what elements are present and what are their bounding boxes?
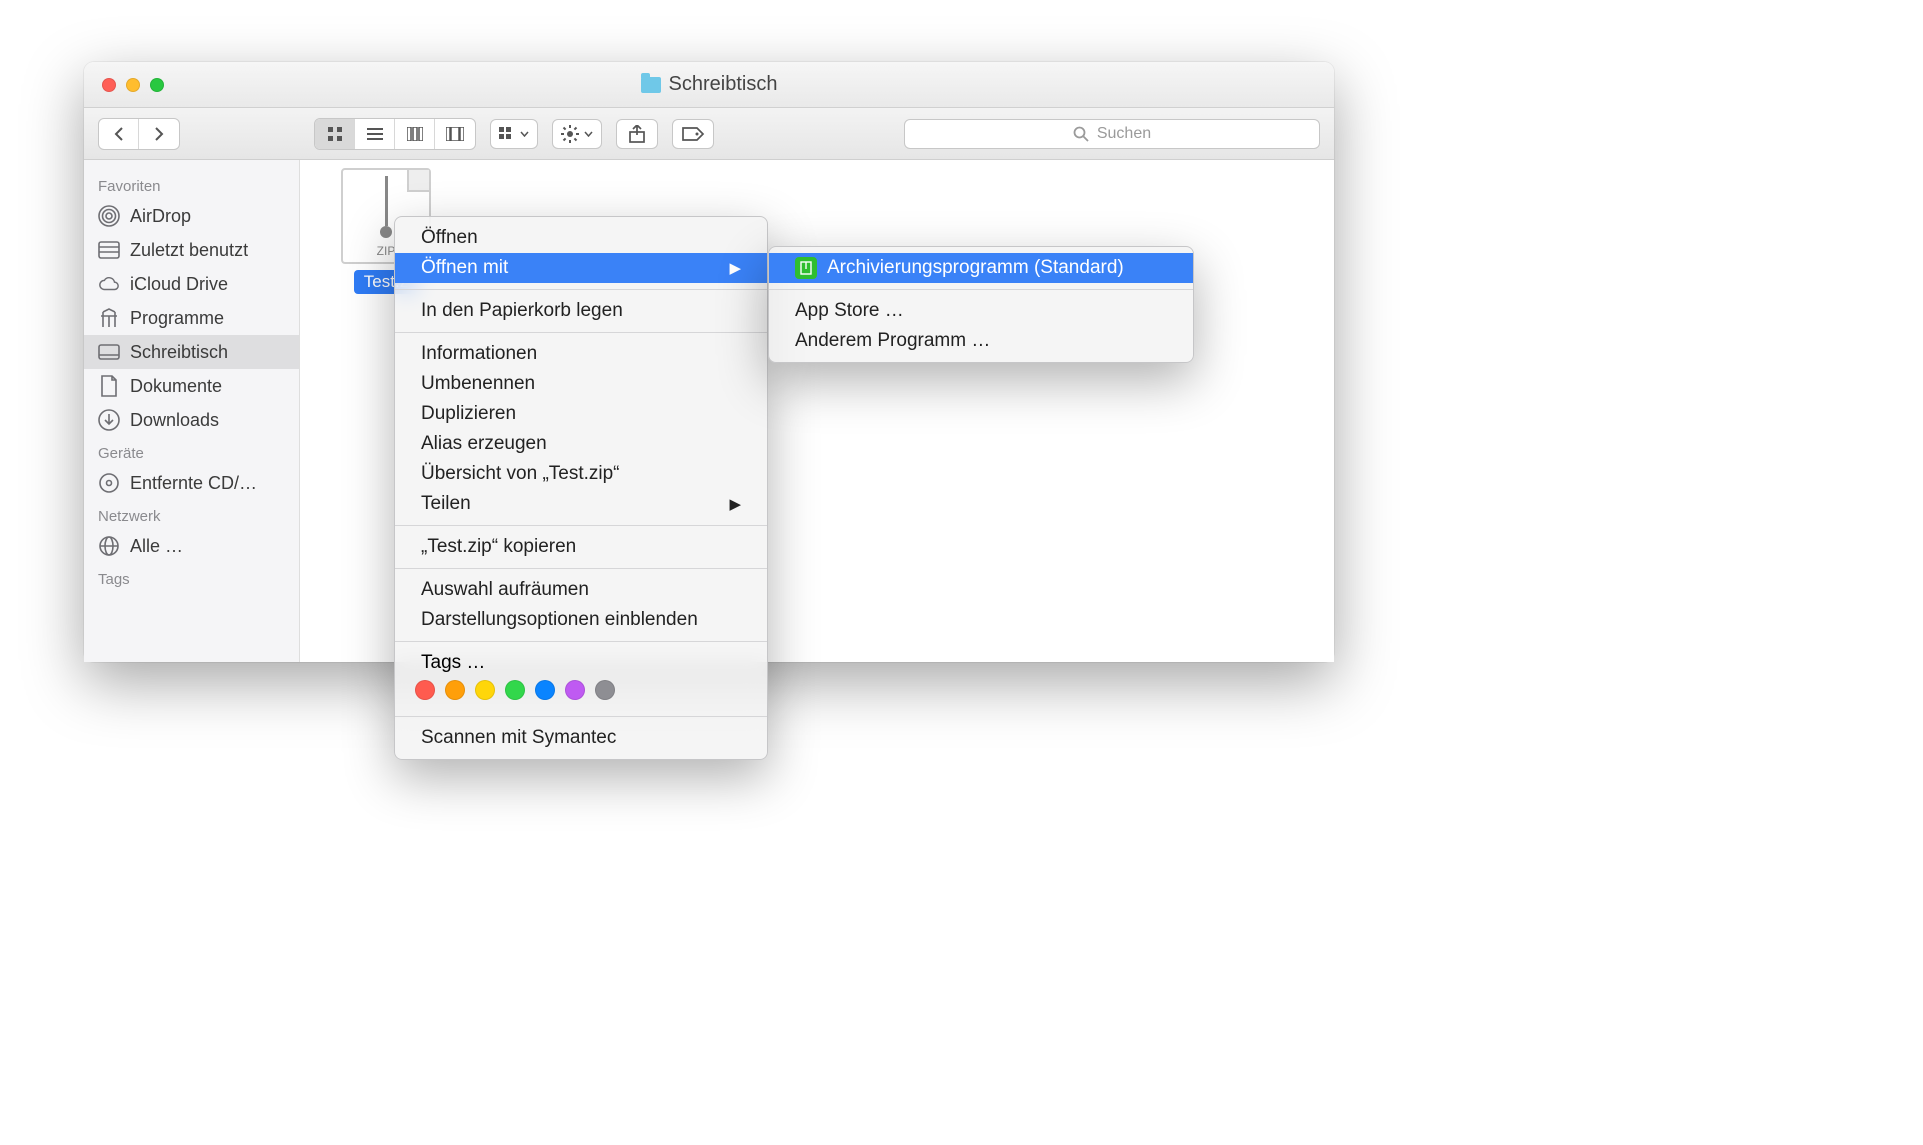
sidebar-item-documents[interactable]: Dokumente bbox=[84, 369, 299, 403]
view-mode-segment bbox=[314, 118, 476, 150]
sidebar-network-header: Netzwerk bbox=[84, 500, 299, 529]
group-by-button[interactable] bbox=[490, 119, 538, 149]
sidebar-item-airdrop[interactable]: AirDrop bbox=[84, 199, 299, 233]
downloads-icon bbox=[98, 409, 120, 431]
ctx-share[interactable]: Teilen ▶ bbox=[395, 489, 767, 519]
sidebar-item-label: Downloads bbox=[130, 410, 219, 431]
sidebar-item-label: Alle … bbox=[130, 536, 183, 557]
list-view-button[interactable] bbox=[355, 119, 395, 149]
ctx-tags-label: Tags … bbox=[395, 648, 767, 674]
sidebar-item-network-all[interactable]: Alle … bbox=[84, 529, 299, 563]
tag-color-dot[interactable] bbox=[415, 680, 435, 700]
submenu-arrow-icon: ▶ bbox=[729, 259, 741, 277]
tag-color-dot[interactable] bbox=[445, 680, 465, 700]
ctx-separator bbox=[395, 568, 767, 569]
tag-color-dot[interactable] bbox=[565, 680, 585, 700]
share-button[interactable] bbox=[616, 119, 658, 149]
column-view-button[interactable] bbox=[395, 119, 435, 149]
sidebar-item-label: Programme bbox=[130, 308, 224, 329]
ctx-alias[interactable]: Alias erzeugen bbox=[395, 429, 767, 459]
ctx-tag-row bbox=[395, 674, 767, 710]
search-field[interactable]: Suchen bbox=[904, 119, 1320, 149]
cloud-icon bbox=[98, 273, 120, 295]
sidebar-favorites-header: Favoriten bbox=[84, 170, 299, 199]
close-window-button[interactable] bbox=[102, 78, 116, 92]
ctx-info[interactable]: Informationen bbox=[395, 339, 767, 369]
submenu-other-app[interactable]: Anderem Programm … bbox=[769, 326, 1193, 356]
toolbar: Suchen bbox=[84, 108, 1334, 160]
ctx-separator bbox=[395, 525, 767, 526]
disc-icon bbox=[98, 472, 120, 494]
ctx-open-with[interactable]: Öffnen mit ▶ bbox=[395, 253, 767, 283]
recents-icon bbox=[98, 239, 120, 261]
tag-color-dot[interactable] bbox=[505, 680, 525, 700]
ctx-separator bbox=[395, 641, 767, 642]
tag-color-dot[interactable] bbox=[595, 680, 615, 700]
window-title: Schreibtisch bbox=[669, 73, 778, 96]
gallery-view-button[interactable] bbox=[435, 119, 475, 149]
sidebar-item-applications[interactable]: Programme bbox=[84, 301, 299, 335]
sidebar-item-label: AirDrop bbox=[130, 206, 191, 227]
ctx-cleanup[interactable]: Auswahl aufräumen bbox=[395, 575, 767, 605]
sidebar-item-remote-disc[interactable]: Entfernte CD/… bbox=[84, 466, 299, 500]
ctx-separator bbox=[395, 716, 767, 717]
icon-view-button[interactable] bbox=[315, 119, 355, 149]
sidebar-item-label: Entfernte CD/… bbox=[130, 473, 257, 494]
sidebar-item-label: Schreibtisch bbox=[130, 342, 228, 363]
open-with-submenu: Archivierungsprogramm (Standard) App Sto… bbox=[768, 246, 1194, 363]
sidebar: Favoriten AirDrop Zuletzt benutzt iCloud… bbox=[84, 160, 300, 662]
ctx-open[interactable]: Öffnen bbox=[395, 223, 767, 253]
minimize-window-button[interactable] bbox=[126, 78, 140, 92]
submenu-default-app[interactable]: Archivierungsprogramm (Standard) bbox=[769, 253, 1193, 283]
action-button[interactable] bbox=[552, 119, 602, 149]
fullscreen-window-button[interactable] bbox=[150, 78, 164, 92]
ctx-viewoptions[interactable]: Darstellungsoptionen einblenden bbox=[395, 605, 767, 635]
ctx-copy[interactable]: „Test.zip“ kopieren bbox=[395, 532, 767, 562]
tags-button[interactable] bbox=[672, 119, 714, 149]
ctx-duplicate[interactable]: Duplizieren bbox=[395, 399, 767, 429]
sidebar-item-label: Zuletzt benutzt bbox=[130, 240, 248, 261]
context-menu: Öffnen Öffnen mit ▶ In den Papierkorb le… bbox=[394, 216, 768, 760]
applications-icon bbox=[98, 307, 120, 329]
ctx-trash[interactable]: In den Papierkorb legen bbox=[395, 296, 767, 326]
search-icon bbox=[1073, 126, 1089, 142]
sidebar-item-desktop[interactable]: Schreibtisch bbox=[84, 335, 299, 369]
sidebar-item-label: Dokumente bbox=[130, 376, 222, 397]
sidebar-item-icloud[interactable]: iCloud Drive bbox=[84, 267, 299, 301]
nav-buttons bbox=[98, 118, 180, 150]
submenu-separator bbox=[769, 289, 1193, 290]
submenu-app-store[interactable]: App Store … bbox=[769, 296, 1193, 326]
airdrop-icon bbox=[98, 205, 120, 227]
globe-icon bbox=[98, 535, 120, 557]
sidebar-item-recents[interactable]: Zuletzt benutzt bbox=[84, 233, 299, 267]
ctx-scan-symantec[interactable]: Scannen mit Symantec bbox=[395, 723, 767, 753]
sidebar-tags-header: Tags bbox=[84, 563, 299, 592]
folder-icon bbox=[641, 77, 661, 93]
tag-color-dot[interactable] bbox=[475, 680, 495, 700]
sidebar-item-label: iCloud Drive bbox=[130, 274, 228, 295]
ctx-quicklook[interactable]: Übersicht von „Test.zip“ bbox=[395, 459, 767, 489]
forward-button[interactable] bbox=[139, 119, 179, 149]
archive-utility-icon bbox=[795, 257, 817, 279]
submenu-arrow-icon: ▶ bbox=[729, 495, 741, 513]
ctx-separator bbox=[395, 289, 767, 290]
back-button[interactable] bbox=[99, 119, 139, 149]
documents-icon bbox=[98, 375, 120, 397]
sidebar-devices-header: Geräte bbox=[84, 437, 299, 466]
ctx-rename[interactable]: Umbenennen bbox=[395, 369, 767, 399]
sidebar-item-downloads[interactable]: Downloads bbox=[84, 403, 299, 437]
titlebar: Schreibtisch bbox=[84, 62, 1334, 108]
ctx-separator bbox=[395, 332, 767, 333]
search-placeholder: Suchen bbox=[1097, 125, 1151, 143]
desktop-icon bbox=[98, 341, 120, 363]
window-title-wrap: Schreibtisch bbox=[84, 73, 1334, 96]
traffic-lights bbox=[84, 78, 164, 92]
tag-color-dot[interactable] bbox=[535, 680, 555, 700]
